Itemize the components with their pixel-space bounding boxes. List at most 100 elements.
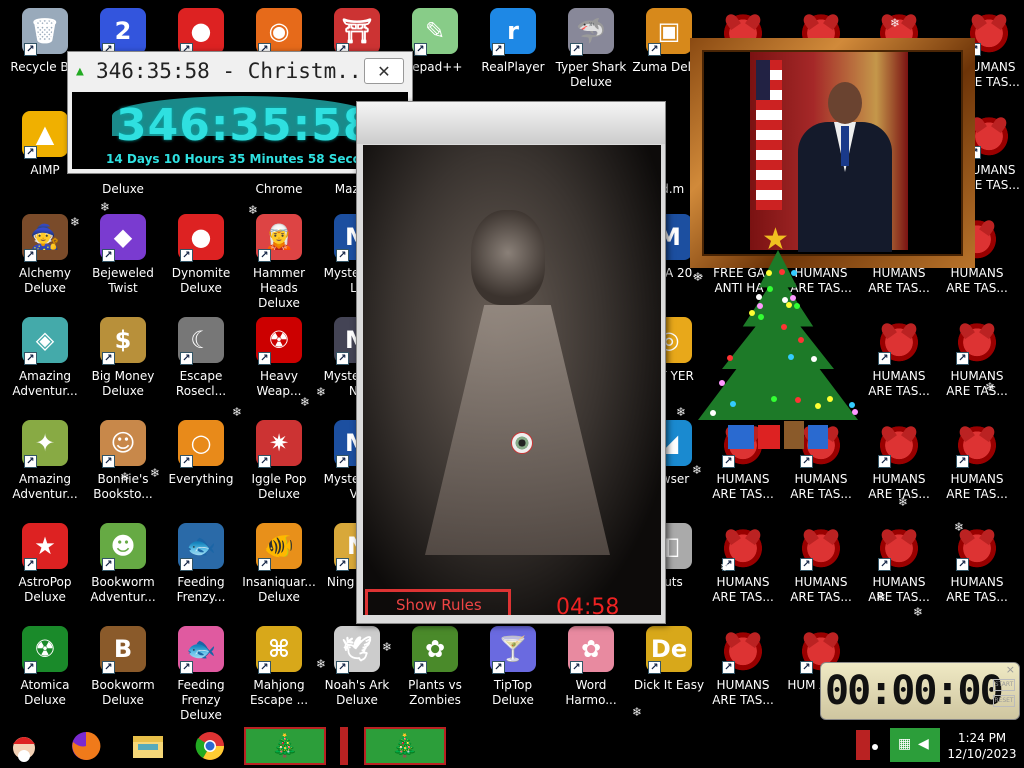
devil-icon-7[interactable]: ↗ HUMANS ARE TAS... [938, 317, 1016, 399]
desktop-icon-wordharmony[interactable]: ✿ ↗ Word Harmo... [552, 626, 630, 708]
desktop-icon-bookworm1-icon: ☻ ↗ [100, 523, 146, 569]
shortcut-arrow-icon: ↗ [956, 455, 969, 468]
desktop-icon-iggle[interactable]: ✷ ↗ Iggle Pop Deluxe [240, 420, 318, 502]
desktop-icon-bigmoney[interactable]: $ ↗ Big Money Deluxe [84, 317, 162, 399]
game-title-bar[interactable] [357, 102, 665, 144]
desktop-icon-amazing2-icon: ✦ ↗ [22, 420, 68, 466]
firefox-taskbar-button[interactable] [68, 728, 104, 764]
icon-label: Word Harmo... [552, 678, 630, 708]
desktop-icon-dynomite[interactable]: ● ↗ Dynomite Deluxe [162, 214, 240, 296]
shortcut-arrow-icon: ↗ [102, 455, 115, 468]
desktop-icon-escape[interactable]: ☾ ↗ Escape Rosecl... [162, 317, 240, 399]
icon-label: Bookworm Deluxe [84, 678, 162, 708]
desktop-icon-bookworm1[interactable]: ☻ ↗ Bookworm Adventur... [84, 523, 162, 605]
icon-label: Noah's Ark Deluxe [318, 678, 396, 708]
desktop-icon-bookworm2[interactable]: B ↗ Bookworm Deluxe [84, 626, 162, 708]
devil-icon-15[interactable]: ↗ HUMANS ARE TAS... [938, 523, 1016, 605]
desktop-icon-everything[interactable]: ○ ↗ Everything [162, 420, 240, 487]
network-icon[interactable]: ▦ [898, 736, 911, 752]
desktop-icon-dickit-icon: De ↗ [646, 626, 692, 672]
chrome-taskbar-button[interactable] [192, 728, 228, 764]
ghost-girl-dress [425, 305, 610, 555]
stopwatch-close-icon[interactable]: × [1006, 663, 1015, 676]
desktop-icon-pvz[interactable]: ✿ ↗ Plants vs Zombies [396, 626, 474, 708]
desktop-icon-astropop[interactable]: ★ ↗ AstroPop Deluxe [6, 523, 84, 605]
santa-start-button[interactable] [6, 728, 42, 764]
christmas-tree-widget[interactable]: ★ [688, 222, 868, 452]
desktop-icon-astropop-icon: ★ ↗ [22, 523, 68, 569]
game-canvas[interactable]: Show Rules 04:58 [363, 145, 661, 615]
desktop-icon-noah[interactable]: 🕊 ↗ Noah's Ark Deluxe [318, 626, 396, 708]
close-button[interactable]: ✕ [364, 58, 404, 84]
countdown-title-bar[interactable]: ▲ 346:35:58 - Christm... [68, 52, 412, 90]
devil-icon-12[interactable]: ↗ HUMANS ARE TAS... [704, 523, 782, 605]
devil-icon-13[interactable]: ↗ HUMANS ARE TAS... [782, 523, 860, 605]
tray-overflow-button[interactable] [856, 730, 870, 760]
desktop-icon-hammer[interactable]: 🧝 ↗ Hammer Heads Deluxe [240, 214, 318, 311]
shortcut-arrow-icon: ↗ [24, 455, 37, 468]
shortcut-arrow-icon: ↗ [180, 455, 193, 468]
game-timer: 04:58 [556, 595, 619, 615]
system-tray-icons[interactable]: ▦ ◀ [890, 728, 940, 762]
shortcut-arrow-icon: ↗ [956, 558, 969, 571]
christmas-tree-icon: 🎄 [271, 734, 298, 759]
desktop-icon-bonnie[interactable]: ☺ ↗ Bonnie's Booksto... [84, 420, 162, 502]
desktop-icon-tiptop[interactable]: 🍸 ↗ TipTop Deluxe [474, 626, 552, 708]
desktop-icon-atomica[interactable]: ☢ ↗ Atomica Deluxe [6, 626, 84, 708]
shortcut-arrow-icon: ↗ [336, 558, 349, 571]
devil-icon-16[interactable]: ↗ HUMANS ARE TAS... [704, 626, 782, 708]
chrome-icon [194, 730, 226, 762]
taskbar-app-tree-1[interactable]: 🎄 [244, 727, 326, 765]
desktop-icon-bejeweled[interactable]: ◆ ↗ Bejeweled Twist [84, 214, 162, 296]
taskbar-clock[interactable]: 1:24 PM 12/10/2023 [944, 730, 1020, 762]
volume-icon[interactable]: ◀ [918, 736, 929, 752]
shortcut-arrow-icon: ↗ [102, 249, 115, 262]
desktop-icon-feeding1[interactable]: 🐟 ↗ Feeding Frenzy... [162, 523, 240, 605]
desktop-icon-insaniquarium[interactable]: 🐠 ↗ Insaniquar... Deluxe [240, 523, 318, 605]
tree-ornament [771, 396, 777, 402]
desktop-icon-typer-icon: 🦈 ↗ [568, 8, 614, 54]
devil-icon-10[interactable]: ↗ HUMANS ARE TAS... [860, 420, 938, 502]
desktop-icon-mahjong-icon: ⌘ ↗ [256, 626, 302, 672]
desktop-icon-realplayer[interactable]: r ↗ RealPlayer [474, 8, 552, 75]
stopwatch-widget[interactable]: 00:00:00 × START RESET [820, 662, 1020, 720]
clock-date: 12/10/2023 [944, 746, 1020, 762]
desktop-icon-heavy[interactable]: ☢ ↗ Heavy Weap... [240, 317, 318, 399]
stopwatch-start-button[interactable]: START [993, 679, 1015, 691]
devil-icon-16-icon: ↗ [720, 626, 766, 672]
devil-icon-6[interactable]: ↗ HUMANS ARE TAS... [860, 317, 938, 399]
file-explorer-taskbar-button[interactable] [130, 728, 166, 764]
desktop-icon-mahjong[interactable]: ⌘ ↗ Mahjong Escape ... [240, 626, 318, 708]
desktop-icon-dickit[interactable]: De ↗ Dick It Easy [630, 626, 708, 693]
devil-icon-11[interactable]: ↗ HUMANS ARE TAS... [938, 420, 1016, 502]
tree-ornament [767, 286, 773, 292]
snowflake-icon: ❄ [248, 203, 258, 217]
icon-label: HUMANS ARE TAS... [782, 575, 860, 605]
desktop-icon-deluxe-a[interactable]: Deluxe [84, 176, 162, 197]
icon-label: HUMANS ARE TAS... [860, 575, 938, 605]
desktop-icon-chrome[interactable]: Chrome [240, 176, 318, 197]
shortcut-arrow-icon: ↗ [180, 249, 193, 262]
devil-icon-14[interactable]: ↗ HUMANS ARE TAS... [860, 523, 938, 605]
show-rules-button[interactable]: Show Rules [365, 589, 511, 615]
shortcut-arrow-icon: ↗ [878, 352, 891, 365]
game-window[interactable]: Show Rules 04:58 [356, 101, 666, 624]
desktop-icon-feeding2[interactable]: 🐟 ↗ Feeding Frenzy Deluxe [162, 626, 240, 723]
snowflake-icon: ❄ [300, 395, 310, 409]
desktop-icon-hammer-icon: 🧝 ↗ [256, 214, 302, 260]
desktop-icon-ff-icon: ◉ ↗ [256, 8, 302, 54]
desktop-icon-amazing1[interactable]: ◈ ↗ Amazing Adventur... [6, 317, 84, 399]
taskbar-app-tree-2[interactable]: 🎄 [364, 727, 446, 765]
taskbar-app-separator [340, 727, 348, 765]
christmas-tree-icon: ▲ [76, 64, 90, 78]
desktop-icon-typer[interactable]: 🦈 ↗ Typer Shark Deluxe [552, 8, 630, 90]
stopwatch-reset-button[interactable]: RESET [993, 695, 1015, 707]
tree-ornament [791, 270, 797, 276]
desktop-icon-bejeweled-icon: ◆ ↗ [100, 214, 146, 260]
eye-cursor-icon[interactable] [511, 432, 533, 454]
shortcut-arrow-icon: ↗ [24, 146, 37, 159]
desktop-icon-gt2-icon: 2 ↗ [100, 8, 146, 54]
desktop-icon-amazing2[interactable]: ✦ ↗ Amazing Adventur... [6, 420, 84, 502]
snowflake-icon: ❄ [70, 215, 80, 229]
shortcut-arrow-icon: ↗ [24, 661, 37, 674]
